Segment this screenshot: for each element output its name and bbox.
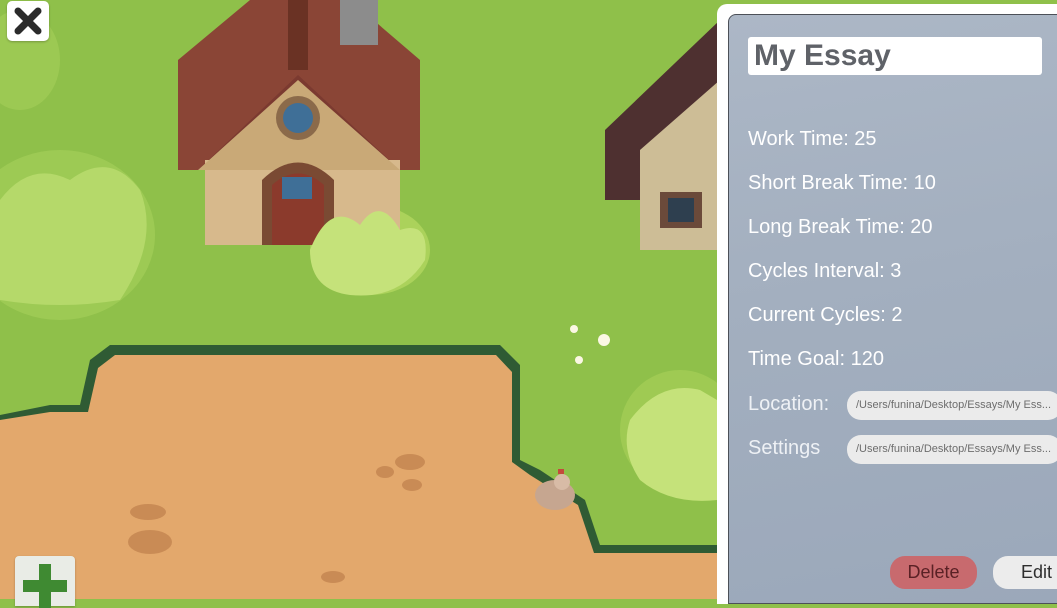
delete-button[interactable]: Delete — [890, 556, 977, 589]
location-label: Location: — [748, 393, 830, 415]
close-icon — [14, 7, 42, 35]
cycles-interval-text: Cycles Interval: 3 — [748, 260, 902, 282]
work-time-text: Work Time: 25 — [748, 128, 877, 150]
settings-label: Settings — [748, 437, 821, 459]
essay-title-input[interactable] — [748, 37, 1042, 75]
long-break-time-text: Long Break Time: 20 — [748, 216, 933, 238]
edit-button[interactable]: Edit — [993, 556, 1057, 589]
settings-path-field[interactable]: /Users/funina/Desktop/Essays/My Ess... — [847, 435, 1057, 464]
time-goal-text: Time Goal: 120 — [748, 348, 884, 370]
current-cycles-text: Current Cycles: 2 — [748, 304, 903, 326]
short-break-time-text: Short Break Time: 10 — [748, 172, 936, 194]
cottage-house — [178, 0, 420, 245]
location-path-field[interactable]: /Users/funina/Desktop/Essays/My Ess... — [847, 391, 1057, 420]
close-button[interactable] — [7, 1, 49, 41]
plus-icon — [23, 564, 67, 608]
